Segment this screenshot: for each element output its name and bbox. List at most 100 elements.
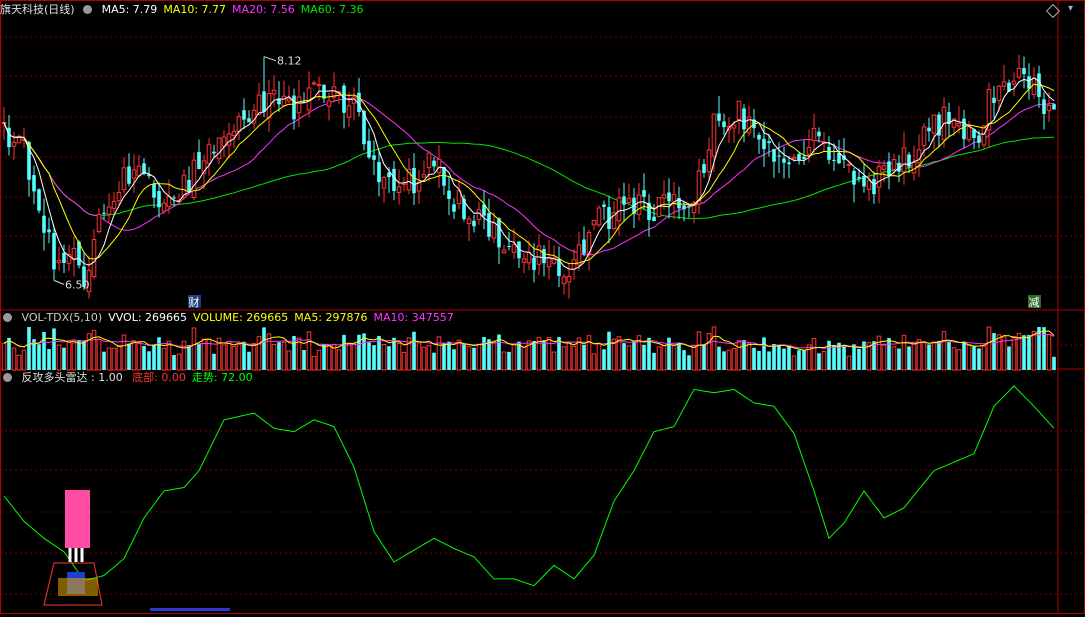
candle-body-124 — [622, 196, 626, 205]
volume-bar-145 — [726, 349, 732, 371]
candle-49 — [247, 110, 251, 123]
volume-bar-153 — [767, 351, 771, 370]
chart-border — [0, 0, 1085, 614]
candle-body-141 — [706, 149, 712, 173]
volume-bar-32 — [161, 347, 167, 371]
candle-body-137 — [687, 206, 691, 208]
candle-74 — [372, 140, 376, 176]
volume-bar-34 — [172, 355, 176, 370]
volume-bar-67 — [336, 349, 342, 371]
candle-205 — [1027, 63, 1031, 100]
candle-23 — [116, 181, 122, 207]
candle-26 — [131, 154, 137, 193]
volume-bar-38 — [191, 327, 197, 371]
volume-bar-164 — [821, 350, 827, 371]
candle-174 — [872, 171, 876, 204]
volume-bar-183 — [916, 339, 922, 371]
candle-93 — [466, 215, 472, 241]
volume-bar-143 — [717, 346, 721, 370]
volume-bar-178 — [891, 346, 897, 371]
candle-body-7 — [37, 189, 41, 211]
volume-bar-197 — [986, 326, 992, 371]
volume-bar-74 — [372, 345, 376, 370]
candle-6 — [32, 165, 36, 205]
volume-bar-180 — [901, 334, 907, 371]
volume-bar-39 — [197, 344, 201, 370]
volume-bar-100 — [501, 351, 507, 371]
stock-chart[interactable]: 8.12 6.50 财减 旗天科技(日线) MA5: 7.79 MA10: 7.77 M… — [0, 0, 1085, 614]
volume-indicator-list: VOL-TDX(5,10) VVOL: 269665 VOLUME: 269665 M… — [22, 311, 460, 324]
scroll-indicator — [150, 608, 230, 611]
radar-toggle-icon[interactable] — [3, 373, 12, 382]
candle-154 — [772, 148, 776, 178]
candle-body-114 — [571, 259, 577, 270]
candle-body-86 — [432, 160, 436, 167]
candle-69 — [346, 91, 352, 128]
candle-62 — [311, 80, 317, 86]
candle-body-108 — [542, 249, 546, 264]
candle-body-24 — [121, 167, 127, 191]
volume-bar-79 — [396, 343, 402, 371]
candle-3 — [16, 134, 22, 144]
candle-body-193 — [966, 125, 972, 141]
volume-bar-160 — [802, 350, 806, 370]
volume-bar-13 — [66, 341, 72, 371]
candle-180 — [901, 131, 907, 185]
menu-icon[interactable]: ▾ — [1068, 2, 1078, 16]
chart-canvas[interactable]: 8.12 6.50 财 减 — [0, 0, 1085, 614]
volume-toggle-icon[interactable] — [3, 313, 12, 322]
volume-bar-208 — [1042, 327, 1046, 370]
candle-38 — [191, 152, 197, 201]
volume-bar-11 — [56, 344, 62, 371]
indicator-toggle-icon[interactable] — [83, 5, 93, 14]
candle-83 — [416, 169, 422, 205]
volume-bar-96 — [482, 336, 486, 370]
candle-body-23 — [116, 192, 122, 202]
volume-bar-24 — [121, 334, 127, 371]
volume-bar-126 — [632, 341, 636, 370]
candle-149 — [746, 105, 752, 137]
candle-196 — [981, 125, 987, 149]
candle-body-167 — [837, 152, 841, 164]
candle-124 — [622, 182, 626, 222]
candle-body-176 — [881, 165, 887, 170]
volume-bar-185 — [927, 344, 931, 370]
candle-body-90 — [452, 204, 456, 212]
volume-bar-157 — [787, 345, 791, 370]
volume-bar-192 — [962, 341, 966, 370]
volume-bar-57 — [286, 350, 292, 371]
candle-148 — [742, 104, 746, 143]
candle-182 — [911, 145, 917, 181]
volume-bar-177 — [887, 338, 891, 370]
volume-bar-14 — [71, 342, 77, 371]
volume-bar-175 — [876, 335, 882, 371]
volume-bar-142 — [711, 326, 717, 371]
volume-bar-172 — [862, 341, 866, 370]
candle-body-209 — [1046, 104, 1052, 111]
volume-bar-144 — [722, 351, 726, 370]
candle-86 — [432, 157, 436, 172]
candle-body-51 — [256, 94, 262, 115]
volume-bar-169 — [846, 355, 852, 371]
candle-body-127 — [636, 194, 642, 215]
candle-125 — [626, 183, 632, 206]
volume-indicator-1: VVOL: 269665 — [108, 311, 188, 324]
volume-bar-35 — [176, 353, 182, 371]
candle-189 — [947, 102, 951, 137]
volume-bar-61 — [306, 331, 312, 371]
candle-126 — [632, 188, 636, 228]
candle-body-195 — [977, 135, 981, 143]
volume-bar-68 — [342, 334, 346, 370]
candle-151 — [757, 132, 761, 154]
volume-bar-37 — [187, 345, 191, 370]
candle-body-102 — [511, 243, 517, 253]
volume-bar-133 — [667, 337, 671, 370]
candle-body-20 — [102, 212, 106, 214]
volume-bar-46 — [231, 346, 237, 371]
candle-body-173 — [866, 180, 872, 190]
candle-210 — [1052, 103, 1056, 110]
candle-body-41 — [206, 144, 212, 165]
trend-line — [3, 385, 1055, 587]
candle-44 — [221, 130, 227, 158]
volume-bar-201 — [1007, 346, 1011, 370]
